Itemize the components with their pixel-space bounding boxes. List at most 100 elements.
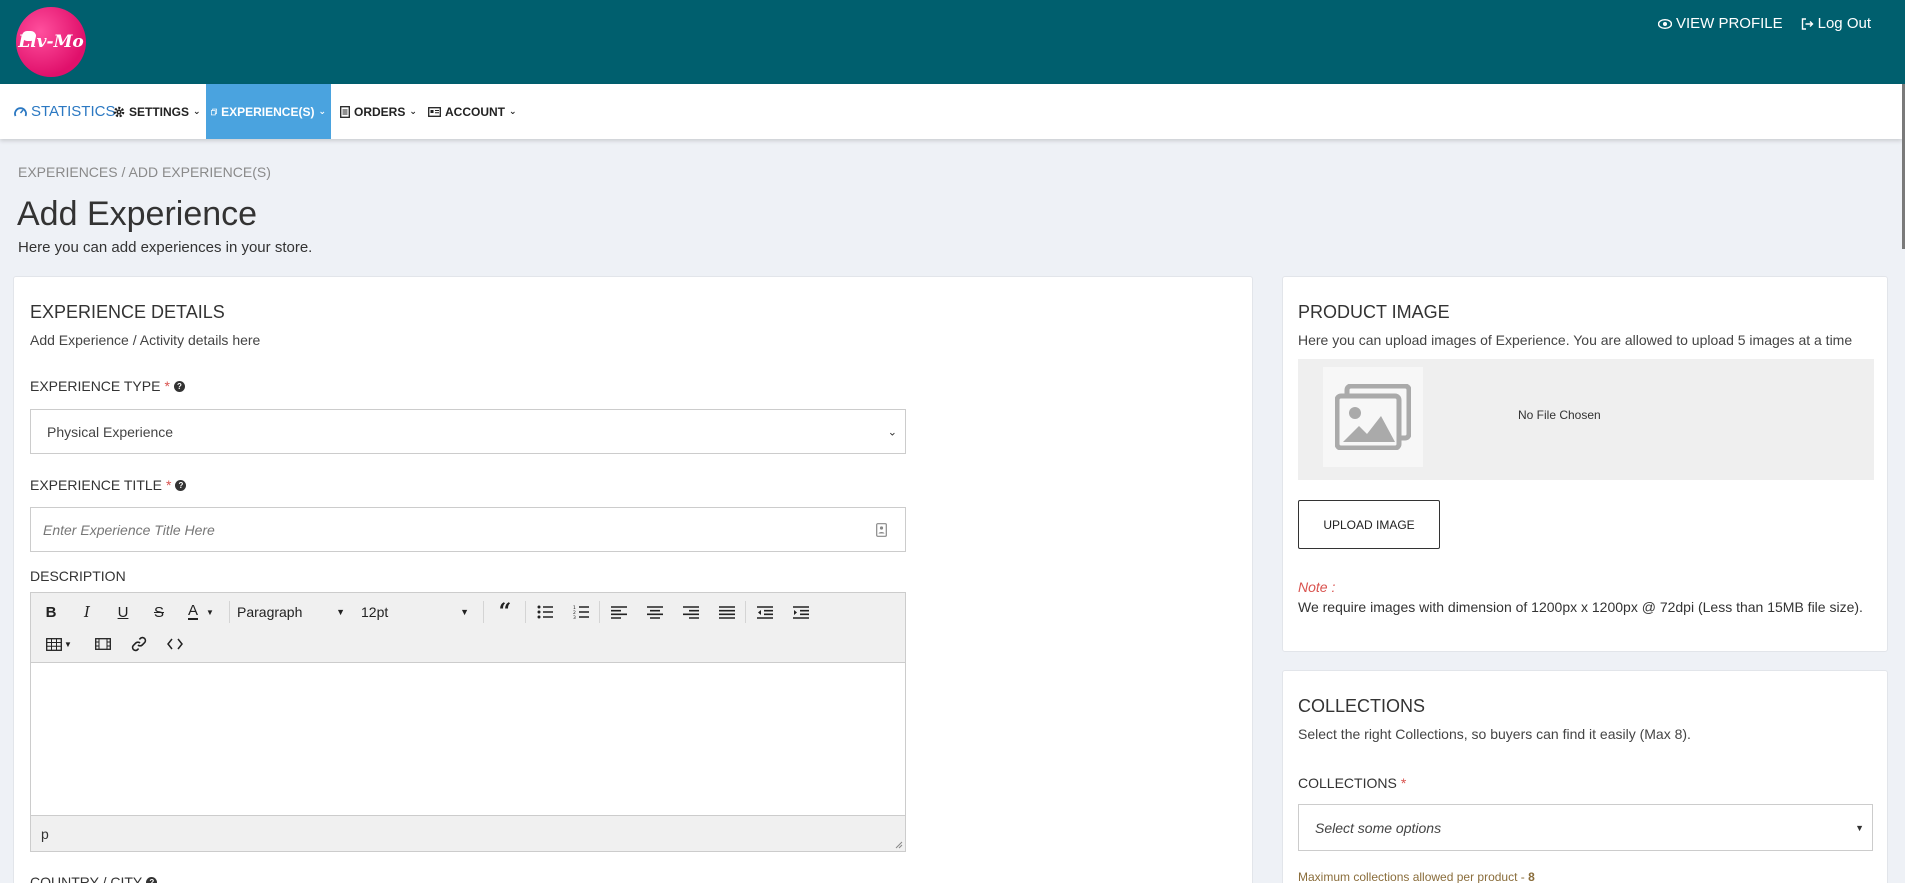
- breadcrumb: EXPERIENCES / ADD EXPERIENCE(S): [18, 164, 271, 180]
- font-size-value: 12pt: [361, 604, 389, 620]
- numbered-list-button[interactable]: 123: [569, 600, 593, 624]
- image-placeholder: [1323, 367, 1423, 467]
- experience-type-label: EXPERIENCE TYPE * ?: [30, 378, 185, 394]
- text-color-icon: A: [188, 602, 199, 620]
- caret-down-icon: ▼: [460, 607, 469, 617]
- main-nav: STATISTICS SETTINGS ⌄ EXPERIENCE(S) ⌄ OR…: [0, 84, 1902, 139]
- experience-type-label-text: EXPERIENCE TYPE: [30, 378, 161, 394]
- nav-settings-label: SETTINGS: [129, 104, 190, 119]
- logout-label: Log Out: [1817, 15, 1871, 32]
- collections-placeholder: Select some options: [1315, 819, 1442, 836]
- table-icon: [46, 637, 62, 651]
- block-format-dropdown[interactable]: Paragraph ▼: [237, 600, 345, 624]
- align-justify-button[interactable]: [715, 600, 739, 624]
- country-city-label-text: COUNTRY / CITY: [30, 874, 143, 883]
- source-code-button[interactable]: [163, 632, 187, 656]
- link-button[interactable]: [127, 632, 151, 656]
- indent-icon: [793, 605, 809, 619]
- editor-statusbar: p: [31, 815, 905, 851]
- max-collections-note: Maximum collections allowed per product …: [1298, 870, 1535, 883]
- logout-link[interactable]: Log Out: [1801, 15, 1871, 32]
- description-editor[interactable]: B I U S A ▼ Paragraph ▼ 12pt ▼ “ 1 2 3 ▼…: [30, 592, 906, 852]
- view-profile-link[interactable]: VIEW PROFILE: [1657, 15, 1783, 32]
- nav-settings[interactable]: SETTINGS ⌄: [113, 84, 201, 139]
- question-circle-icon[interactable]: ?: [146, 876, 158, 883]
- contact-card-icon: [876, 522, 887, 537]
- outdent-button[interactable]: [753, 600, 777, 624]
- brand-logo[interactable]: Liv-Mo: [16, 7, 86, 77]
- toolbar-separator: [745, 601, 746, 623]
- breadcrumb-current: ADD EXPERIENCE(S): [128, 164, 271, 180]
- nav-orders[interactable]: ORDERS ⌄: [340, 84, 417, 139]
- bullet-list-button[interactable]: [533, 600, 557, 624]
- align-right-icon: [683, 605, 699, 619]
- align-left-button[interactable]: [607, 600, 631, 624]
- toolbar-separator: [525, 601, 526, 623]
- strikethrough-button[interactable]: S: [147, 600, 171, 624]
- resize-handle-icon[interactable]: [894, 840, 903, 849]
- blockquote-button[interactable]: “: [491, 599, 519, 625]
- numbered-list-icon: 123: [573, 605, 589, 619]
- experience-title-label: EXPERIENCE TITLE * ?: [30, 477, 187, 493]
- sign-out-icon: [1801, 17, 1814, 30]
- upload-image-button[interactable]: UPLOAD IMAGE: [1298, 500, 1440, 549]
- product-image-title: PRODUCT IMAGE: [1298, 302, 1450, 322]
- gear-icon: [113, 106, 125, 117]
- experience-title-input[interactable]: Enter Experience Title Here: [30, 507, 906, 552]
- align-right-button[interactable]: [679, 600, 703, 624]
- collections-label-text: COLLECTIONS: [1298, 775, 1397, 791]
- svg-text:3: 3: [573, 615, 576, 619]
- note-label: Note :: [1298, 579, 1336, 595]
- question-circle-icon[interactable]: ?: [175, 479, 187, 491]
- chevron-down-icon: ⌄: [509, 106, 517, 116]
- nav-experiences[interactable]: EXPERIENCE(S) ⌄: [206, 84, 331, 139]
- experience-title-label-text: EXPERIENCE TITLE: [30, 477, 163, 493]
- image-dropzone[interactable]: No File Chosen: [1298, 359, 1874, 480]
- media-button[interactable]: [91, 632, 115, 656]
- text-color-button[interactable]: A ▼: [181, 600, 221, 624]
- collections-subtitle: Select the right Collections, so buyers …: [1298, 726, 1691, 742]
- chevron-down-icon: ⌄: [409, 106, 417, 116]
- chevron-down-icon: ⌄: [193, 106, 201, 116]
- chevron-down-icon: ⌄: [887, 426, 897, 438]
- element-path[interactable]: p: [41, 826, 49, 842]
- experience-details-card: EXPERIENCE DETAILS Add Experience / Acti…: [13, 276, 1253, 883]
- collections-card: COLLECTIONS Select the right Collections…: [1282, 670, 1888, 883]
- question-circle-icon[interactable]: ?: [173, 380, 185, 392]
- experience-type-select[interactable]: Physical Experience ⌄: [30, 409, 906, 454]
- toolbar-separator: [599, 601, 600, 623]
- image-icon: [1335, 384, 1411, 450]
- note-text: We require images with dimension of 1200…: [1298, 599, 1863, 615]
- eye-icon: [1657, 18, 1672, 29]
- align-center-button[interactable]: [643, 600, 667, 624]
- nav-orders-label: ORDERS: [354, 104, 406, 119]
- collections-select[interactable]: Select some options ▼: [1298, 804, 1873, 851]
- breadcrumb-separator: /: [121, 164, 126, 180]
- nav-experiences-label: EXPERIENCE(S): [221, 104, 315, 119]
- nav-account[interactable]: ACCOUNT ⌄: [428, 84, 517, 139]
- experience-title-placeholder: Enter Experience Title Here: [43, 521, 215, 538]
- indent-button[interactable]: [789, 600, 813, 624]
- breadcrumb-experiences[interactable]: EXPERIENCES: [18, 164, 118, 180]
- align-justify-icon: [719, 605, 735, 619]
- product-image-card: PRODUCT IMAGE Here you can upload images…: [1282, 276, 1888, 652]
- collections-title: COLLECTIONS: [1298, 696, 1426, 716]
- dashboard-icon: [14, 107, 27, 117]
- page-title: Add Experience: [17, 195, 258, 233]
- nav-statistics[interactable]: STATISTICS: [14, 84, 115, 139]
- outdent-icon: [757, 605, 773, 619]
- bold-button[interactable]: B: [39, 600, 63, 624]
- max-collections-value: 8: [1528, 870, 1535, 883]
- description-label: DESCRIPTION: [30, 568, 126, 584]
- no-file-chosen: No File Chosen: [1518, 408, 1601, 422]
- table-button[interactable]: ▼: [43, 632, 75, 656]
- font-size-dropdown[interactable]: 12pt ▼: [361, 600, 469, 624]
- caret-down-icon: ▼: [1855, 822, 1864, 833]
- link-icon: [131, 636, 147, 652]
- product-image-subtitle: Here you can upload images of Experience…: [1298, 332, 1853, 348]
- editor-content-area[interactable]: [31, 663, 905, 816]
- toolbar-separator: [483, 601, 484, 623]
- underline-button[interactable]: U: [111, 600, 135, 624]
- italic-button[interactable]: I: [75, 600, 99, 624]
- max-collections-text: Maximum collections allowed per product …: [1298, 870, 1525, 883]
